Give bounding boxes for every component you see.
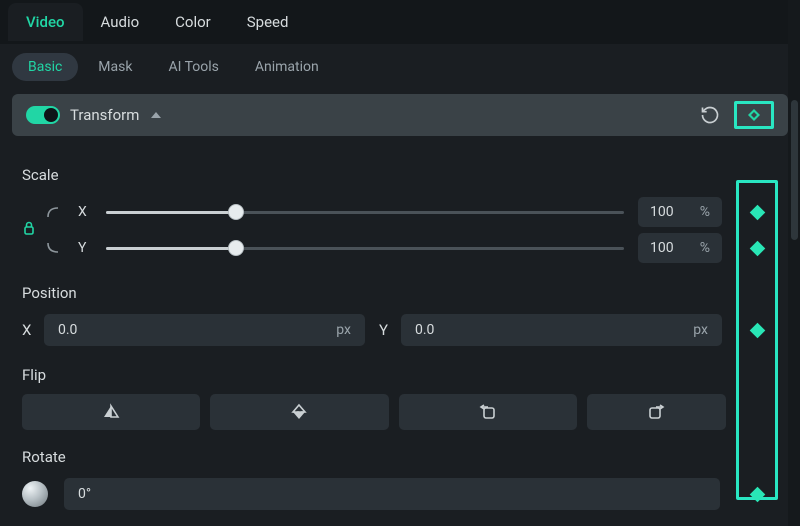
position-y-letter: Y	[379, 321, 391, 339]
position-y-input[interactable]: 0.0 px	[401, 314, 722, 346]
rotate-label: Rotate	[22, 448, 778, 466]
tab-speed[interactable]: Speed	[229, 3, 307, 41]
transform-keyframe-button[interactable]	[734, 101, 774, 129]
position-x-input[interactable]: 0.0 px	[44, 314, 365, 346]
tab-color[interactable]: Color	[157, 3, 229, 41]
scale-x-keyframe-button[interactable]	[752, 207, 763, 218]
scale-x-letter: X	[78, 204, 92, 220]
rotate-value: 0°	[78, 486, 91, 502]
scale-x-slider[interactable]	[106, 202, 624, 222]
reset-icon[interactable]	[700, 105, 720, 125]
scale-y-row: Y 100 %	[46, 230, 778, 266]
link-scale-icon[interactable]	[22, 220, 36, 236]
rotate-ccw-button[interactable]	[399, 394, 577, 430]
scale-x-unit: %	[700, 204, 710, 220]
position-row: X 0.0 px Y 0.0 px	[22, 312, 778, 348]
position-x-unit: px	[336, 322, 351, 338]
scale-y-number: 100	[650, 240, 674, 256]
rotate-input[interactable]: 0°	[64, 478, 720, 510]
bracket-top-icon	[46, 205, 64, 219]
toggle-knob	[44, 108, 58, 122]
position-x-letter: X	[22, 321, 34, 339]
scale-y-value[interactable]: 100 %	[638, 233, 722, 263]
bracket-bottom-icon	[46, 241, 64, 255]
transform-section-header: Transform	[12, 94, 788, 136]
rotate-keyframe-button[interactable]	[752, 489, 763, 500]
subtab-mask[interactable]: Mask	[82, 53, 148, 81]
sub-tab-bar: Basic Mask AI Tools Animation	[0, 44, 800, 88]
collapse-icon[interactable]	[151, 112, 161, 118]
flip-row	[22, 394, 778, 430]
flip-label: Flip	[22, 366, 778, 384]
position-label: Position	[22, 284, 778, 302]
scale-y-slider[interactable]	[106, 238, 624, 258]
rotate-cw-button[interactable]	[587, 394, 726, 430]
tab-audio[interactable]: Audio	[83, 3, 158, 41]
scale-x-row: X 100 %	[46, 194, 778, 230]
scale-y-keyframe-button[interactable]	[752, 243, 763, 254]
scale-x-number: 100	[650, 204, 674, 220]
rotate-knob[interactable]	[22, 481, 48, 507]
scale-label: Scale	[22, 166, 778, 184]
position-y-unit: px	[693, 322, 708, 338]
scale-x-value[interactable]: 100 %	[638, 197, 722, 227]
position-y-value: 0.0	[415, 322, 434, 338]
scale-y-unit: %	[700, 240, 710, 256]
top-tab-bar: Video Audio Color Speed	[0, 0, 800, 44]
subtab-ai-tools[interactable]: AI Tools	[152, 53, 234, 81]
transform-toggle[interactable]	[26, 106, 60, 124]
transform-title: Transform	[70, 106, 139, 124]
subtab-basic[interactable]: Basic	[12, 53, 78, 81]
position-x-value: 0.0	[58, 322, 77, 338]
flip-horizontal-button[interactable]	[22, 394, 200, 430]
tab-video[interactable]: Video	[8, 3, 83, 41]
flip-vertical-button[interactable]	[210, 394, 388, 430]
subtab-animation[interactable]: Animation	[239, 53, 335, 81]
rotate-row: 0°	[22, 476, 778, 512]
scale-y-letter: Y	[78, 240, 92, 256]
position-keyframe-button[interactable]	[752, 325, 763, 336]
